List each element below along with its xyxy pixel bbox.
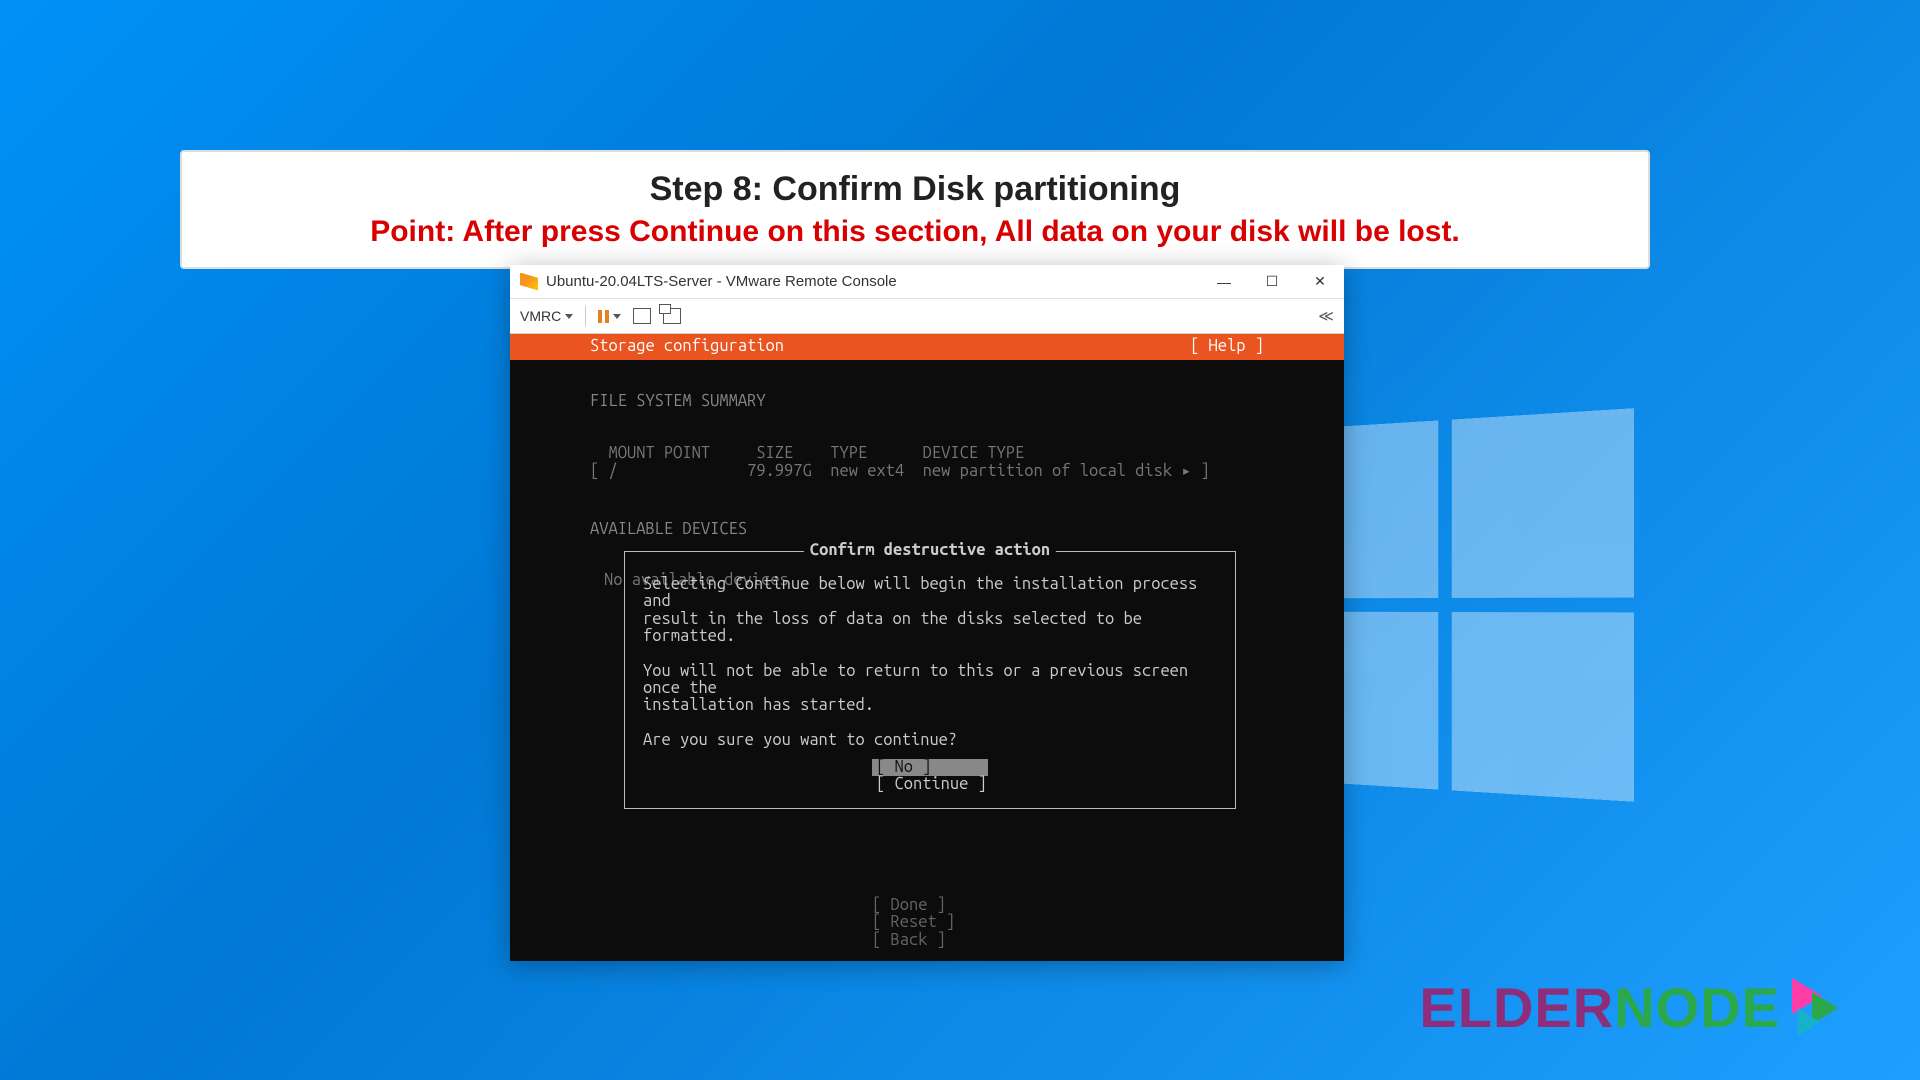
help-button[interactable]: [ Help ] [1190,338,1264,355]
maximize-button[interactable]: ☐ [1248,265,1296,299]
separator [585,306,586,326]
logo-mark-icon [1788,978,1860,1038]
dialog-body: Selecting Continue below will begin the … [643,576,1217,749]
vmrc-label: VMRC [520,308,561,324]
done-button[interactable]: [ Done ] [872,897,982,914]
fullscreen-icon [663,308,681,324]
fs-columns: MOUNT POINT SIZE TYPE DEVICE TYPE [590,444,1024,462]
fs-row[interactable]: [ / 79.997G new ext4 new partition of lo… [590,462,1210,480]
eldernode-logo: ELDERNODE [1419,975,1860,1040]
dialog-title: Confirm destructive action [804,542,1056,559]
banner-point: Point: After press Continue on this sect… [212,215,1618,249]
installer-terminal[interactable]: Storage configuration [ Help ] FILE SYST… [510,334,1344,961]
vmware-toolbar: VMRC ≪ [510,299,1344,334]
sound-icon[interactable]: ≪ [1318,307,1334,325]
logo-elder: ELDER [1419,976,1614,1039]
pause-button[interactable] [598,310,621,323]
window-titlebar[interactable]: Ubuntu-20.04LTS-Server - VMware Remote C… [510,265,1344,299]
send-cad-button[interactable] [633,308,651,324]
chevron-down-icon [613,314,621,319]
window-title: Ubuntu-20.04LTS-Server - VMware Remote C… [546,273,1200,290]
chevron-down-icon [565,314,573,319]
confirm-dialog: Confirm destructive action Selecting Con… [624,551,1236,809]
installer-header: Storage configuration [ Help ] [510,334,1344,360]
vmrc-menu[interactable]: VMRC [520,308,573,324]
bottom-buttons: [ Done ] [ Reset ] [ Back ] [510,897,1344,949]
no-button[interactable]: [ No ] [872,759,988,776]
pause-icon [598,310,609,323]
instruction-banner: Step 8: Confirm Disk partitioning Point:… [180,150,1650,269]
logo-node: NODE [1614,976,1780,1039]
send-keys-icon [633,308,651,324]
available-devices-label: AVAILABLE DEVICES [590,521,1264,538]
continue-button[interactable]: [ Continue ] [872,776,988,793]
minimize-button[interactable]: — [1200,265,1248,299]
vmware-window: Ubuntu-20.04LTS-Server - VMware Remote C… [510,265,1344,961]
back-button[interactable]: [ Back ] [872,932,982,949]
vmware-icon [520,273,538,291]
fs-summary-label: FILE SYSTEM SUMMARY [590,393,1264,410]
fullscreen-button[interactable] [663,308,681,324]
installer-title: Storage configuration [590,338,784,355]
reset-button[interactable]: [ Reset ] [872,914,982,931]
banner-title: Step 8: Confirm Disk partitioning [212,170,1618,209]
close-button[interactable]: ✕ [1296,265,1344,299]
